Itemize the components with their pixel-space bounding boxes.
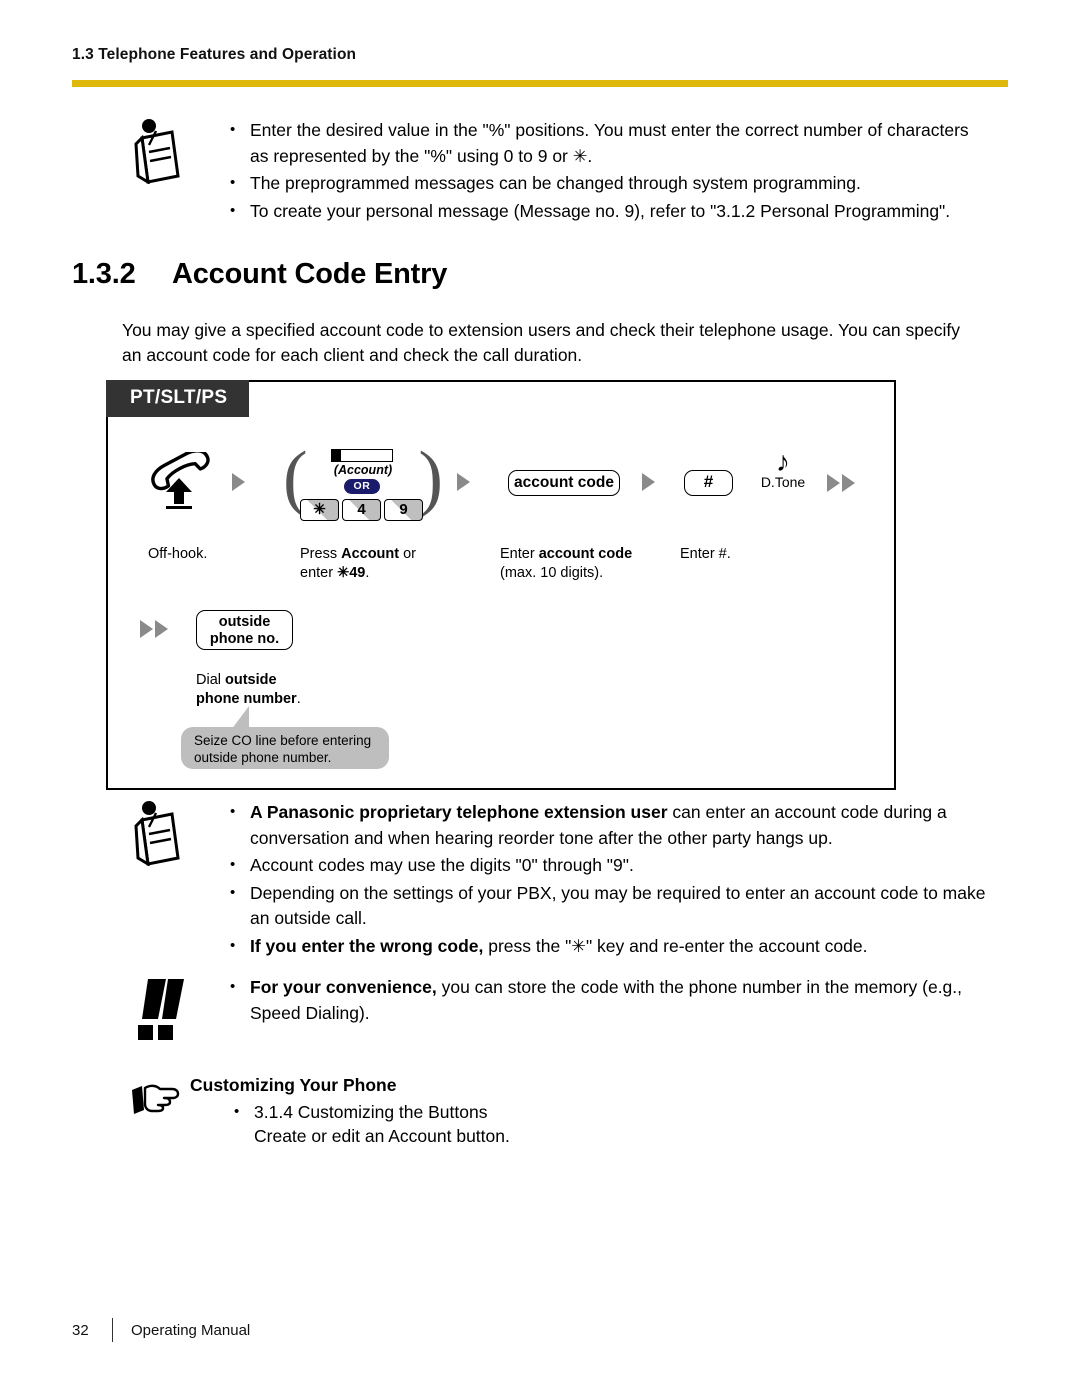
key-9[interactable]: 9 <box>384 499 423 521</box>
pointing-hand-icon <box>128 1078 186 1120</box>
flow-arrow-2 <box>457 473 470 496</box>
caption-account-code-bold: account code <box>538 546 633 562</box>
section-heading: 1.3.2 Account Code Entry <box>72 258 447 291</box>
list-item-text: Account codes may use the digits "0" thr… <box>250 855 634 875</box>
caption-enter-hash: Enter #. <box>680 546 731 562</box>
caption-press-bold: Account <box>341 546 400 562</box>
caption-press-mid: or <box>399 546 417 562</box>
bottom-note-block: A Panasonic proprietary telephone extens… <box>128 799 998 961</box>
list-item-bold: A Panasonic proprietary telephone extens… <box>250 802 668 822</box>
key-star[interactable]: ✳ <box>300 499 339 521</box>
caption-dial-tail: . <box>296 691 301 707</box>
top-note-block: Enter the desired value in the "%" posit… <box>128 117 988 226</box>
outside-line1: outside <box>218 614 271 630</box>
list-item: The preprogrammed messages can be change… <box>224 170 988 197</box>
double-exclamation-icon <box>128 975 190 1045</box>
caption-dial-outside: Dial outside phone number. <box>196 671 366 709</box>
list-item: A Panasonic proprietary telephone extens… <box>224 799 998 851</box>
footer-label: Operating Manual <box>131 1322 251 1339</box>
running-head-title: 1.3 Telephone Features and Operation <box>72 46 357 63</box>
list-item: To create your personal message (Message… <box>224 198 988 225</box>
customizing-item-1: 3.1.4 Customizing the Buttons <box>254 1102 488 1122</box>
list-item: Enter the desired value in the "%" posit… <box>224 117 988 169</box>
bottom-note-list: A Panasonic proprietary telephone extens… <box>224 799 998 960</box>
caption-phone-number-bold: phone number <box>196 691 297 707</box>
account-or-code-group: ( ) (Account) OR ✳ 4 9 <box>283 440 443 526</box>
music-note-icon: ♪ <box>776 446 790 477</box>
flow-arrow-4 <box>827 474 855 497</box>
section-intro-paragraph: You may give a specified account code to… <box>122 320 960 365</box>
customizing-heading: Customizing Your Phone <box>190 1075 397 1095</box>
or-badge: OR <box>344 479 380 494</box>
hash-key-pill: # <box>684 470 733 496</box>
phone-type-tag: PT/SLT/PS <box>106 380 250 417</box>
caption-max-digits: (max. 10 digits). <box>500 565 604 581</box>
tip-note-list: For your convenience, you can store the … <box>224 974 998 1026</box>
caption-press-lead: Press <box>300 546 342 562</box>
list-item: Account codes may use the digits "0" thr… <box>224 852 998 879</box>
flow-arrow-1 <box>232 473 245 496</box>
caption-enter-code: ✳49 <box>337 565 366 581</box>
outside-line2: phone no. <box>209 631 280 647</box>
top-note-list: Enter the desired value in the "%" posit… <box>224 117 988 225</box>
page-footer: 32 Operating Manual <box>72 1318 1008 1342</box>
key-4[interactable]: 4 <box>342 499 381 521</box>
header-rule <box>72 80 1008 87</box>
page-number: 32 <box>72 1322 89 1339</box>
list-item-text: press the "✳" key and re-enter the accou… <box>483 935 868 956</box>
callout-bubble: Seize CO line before entering outside ph… <box>181 727 389 769</box>
caption-enter-lead2: Enter <box>500 546 539 562</box>
account-button-icon <box>331 449 393 462</box>
caption-enter-account-code: Enter account code (max. 10 digits). <box>500 545 680 583</box>
caption-enter-lead: enter <box>300 565 338 581</box>
flow-arrow-3 <box>642 473 655 496</box>
caption-dial-bold: outside <box>225 672 277 688</box>
list-item: If you enter the wrong code, press the "… <box>224 933 998 960</box>
dial-tone-label: D.Tone <box>760 474 806 490</box>
section-number: 1.3.2 <box>72 258 136 290</box>
page-header: 1.3 Telephone Features and Operation <box>72 46 1008 64</box>
footer-divider <box>112 1318 113 1342</box>
caption-dial-lead: Dial <box>196 672 226 688</box>
flow-arrow-5 <box>140 620 168 643</box>
caption-press-account: Press Account or enter ✳49. <box>300 545 470 583</box>
caption-off-hook: Off-hook. <box>148 546 208 562</box>
off-hook-handset-icon <box>148 452 218 510</box>
note-pushpin-icon <box>128 800 188 866</box>
list-item: Depending on the settings of your PBX, y… <box>224 880 998 932</box>
customizing-item-2: Create or edit an Account button. <box>254 1126 510 1146</box>
note-pushpin-icon <box>128 118 188 184</box>
list-item: For your convenience, you can store the … <box>224 974 998 1026</box>
list-item-bold: If you enter the wrong code, <box>250 935 484 956</box>
outside-phone-no-pill: outside phone no. <box>196 610 293 650</box>
tip-note-block: For your convenience, you can store the … <box>128 974 998 1040</box>
section-title: Account Code Entry <box>172 258 448 290</box>
customizing-list: 3.1.4 Customizing the Buttons Create or … <box>228 1099 928 1150</box>
keypad-keys: ✳ 4 9 <box>300 499 423 521</box>
dial-tone-indicator: ♪ D.Tone <box>752 448 814 492</box>
account-code-pill: account code <box>508 470 620 496</box>
caption-enter-tail: . <box>365 565 370 581</box>
tip-bold: For your convenience, <box>250 977 437 997</box>
list-item: 3.1.4 Customizing the Buttons Create or … <box>228 1099 928 1148</box>
account-button-label: (Account) <box>333 463 393 477</box>
list-item-text: Depending on the settings of your PBX, y… <box>250 882 986 929</box>
